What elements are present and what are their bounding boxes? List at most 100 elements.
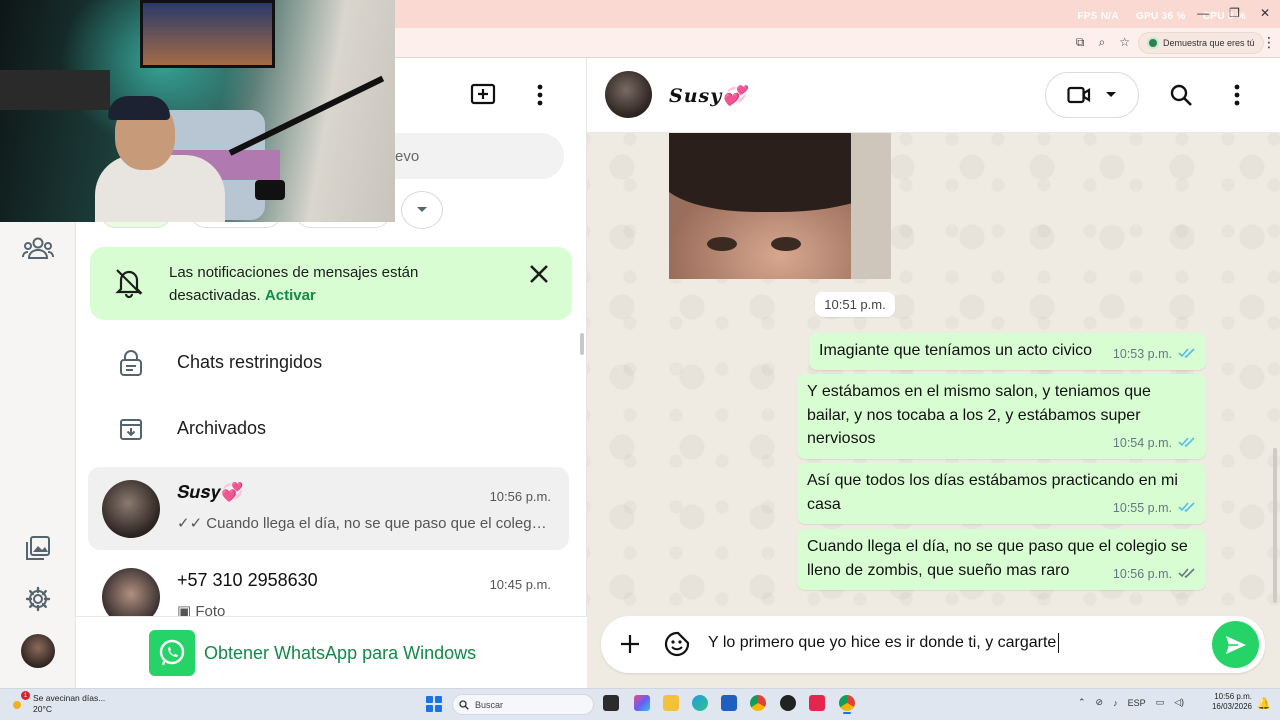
captcha-chip-label: Demuestra que eres tú [1163,38,1255,48]
avatar [102,480,160,538]
gpu-label: GPU [1135,11,1159,22]
attach-plus-icon[interactable] [618,632,642,656]
chevron-down-icon [1106,92,1116,97]
chat-row-susy[interactable]: 𝑺𝒖𝒔𝒚💞 10:56 p.m. ✓✓ Cuando llega el día,… [88,467,569,550]
text-caret [1058,633,1060,653]
communities-icon[interactable] [18,228,58,268]
archived-label[interactable]: Archivados [177,418,266,439]
video-camera-icon [1067,86,1091,104]
chat-row-phone[interactable]: +57 310 2958630 10:45 p.m. ▣ Foto [88,555,569,616]
video-call-button[interactable] [1045,72,1139,118]
chrome-icon[interactable] [750,695,766,711]
message-input[interactable]: Y lo primero que yo hice es ir donde ti,… [708,633,1060,653]
webcam-overlay [0,0,395,222]
avatar [102,568,160,616]
network-off-icon[interactable]: ⊘ [1096,697,1104,708]
start-windows-icon[interactable] [426,696,442,712]
restricted-chats-label[interactable]: Chats restringidos [177,352,322,373]
delivered-ticks-icon [1178,563,1196,587]
store-icon[interactable] [721,695,737,711]
contact-name[interactable]: 𝑺𝒖𝒔𝒚💞 [669,84,747,107]
fps-value: N/A [1100,11,1119,22]
close-icon[interactable] [528,263,552,287]
chat-preview: ▣ Foto [177,603,226,616]
message-bubble[interactable]: Y estábamos en el mismo salon, y teniamo… [797,374,1206,459]
lock-chat-icon [120,350,142,376]
chat-list-menu-icon[interactable] [528,83,552,107]
file-explorer-icon[interactable] [663,695,679,711]
chrome-profile-icon[interactable] [780,695,796,711]
image-message[interactable] [669,132,891,279]
restricted-chats-item[interactable] [118,349,144,379]
edge-browser-icon[interactable] [692,695,708,711]
captcha-icon [1147,37,1159,49]
message-time: 10:56 p.m. [1112,566,1172,581]
copilot-icon[interactable] [634,695,650,711]
search-icon[interactable] [1169,83,1193,107]
chat-time: 10:56 p.m. [489,489,551,504]
message-bubble[interactable]: Cuando llega el día, no se que paso que … [797,529,1206,590]
whatsapp-logo-icon[interactable] [149,630,195,676]
message-time: 10:55 p.m. [1112,500,1172,515]
microphone-icon[interactable]: ♪ [1113,698,1118,708]
weather-badge: 1 [21,691,30,700]
chat-time: 10:45 p.m. [489,577,551,592]
weather-widget[interactable]: 1 Se avecinan días... 20°C [8,691,118,717]
message-time: 10:54 p.m. [1112,435,1172,450]
chevron-down-icon [417,207,427,212]
weather-temp: 20°C [33,704,52,714]
chevron-up-icon[interactable]: ⌃ [1078,697,1086,708]
chat-list-scrollbar[interactable] [580,333,584,355]
clock-date: 16/03/2026 [1211,702,1252,711]
settings-gear-icon[interactable] [18,579,58,619]
clock-time: 10:56 p.m. [1214,692,1252,701]
bell-off-icon [112,265,146,299]
weather-title: Se avecinan días... [33,693,106,703]
media-gallery-icon[interactable] [18,528,58,568]
system-tray: ⌃ ⊘ ♪ ESP ▭ ◁) [1078,697,1184,708]
send-icon [1225,635,1246,654]
read-ticks-icon [1178,432,1196,456]
conversation-scrollbar[interactable] [1273,448,1277,603]
sticker-icon[interactable] [664,631,690,657]
maximize-icon[interactable]: ❐ [1229,6,1240,20]
active-app-indicator [843,712,851,714]
activate-notifications-link[interactable]: Activar [265,287,316,304]
search-placeholder: evo [395,148,420,165]
captcha-extension-chip[interactable]: Demuestra que eres tú [1138,32,1264,54]
install-app-icon[interactable]: ⧉ [1076,35,1085,49]
message-bubble[interactable]: Imagiante que teníamos un acto civico 10… [809,333,1206,370]
new-chat-icon[interactable] [470,83,498,107]
contact-avatar[interactable] [605,71,652,118]
window-controls: — ❐ ✕ [1177,6,1270,20]
taskbar-search-label: Buscar [475,699,504,710]
archived-item[interactable] [118,414,144,444]
chrome-active-icon[interactable] [839,695,855,711]
search-icon [459,699,469,710]
display-icon[interactable]: ▭ [1156,697,1165,708]
filter-more-button[interactable] [401,191,443,229]
task-view-icon[interactable] [603,695,619,711]
notification-banner-text: Las notificaciones de mensajes están des… [169,261,499,307]
profile-avatar[interactable] [21,634,55,668]
fps-label: FPS [1077,11,1098,22]
chat-name: 𝑺𝒖𝒔𝒚💞 [177,482,244,502]
language-indicator[interactable]: ESP [1128,698,1146,708]
taskbar-search[interactable]: Buscar [452,694,594,715]
tiktok-icon[interactable] [809,695,825,711]
send-button[interactable] [1212,621,1259,668]
volume-icon[interactable]: ◁) [1174,697,1184,708]
read-ticks-icon [1178,497,1196,521]
time-chip: 10:51 p.m. [815,292,895,317]
zoom-icon[interactable]: ⌕ [1099,35,1106,49]
bookmark-star-icon[interactable]: ☆ [1119,35,1130,49]
message-text: Imagiante que teníamos un acto civico [819,342,1093,359]
message-bubble[interactable]: Así que todos los días estábamos practic… [797,463,1206,524]
notification-bell-icon[interactable]: 🔔 [1257,697,1271,710]
get-app-link[interactable]: Obtener WhatsApp para Windows [204,643,476,664]
conversation-menu-icon[interactable] [1225,83,1249,107]
minimize-icon[interactable]: — [1197,6,1209,20]
browser-menu-icon[interactable]: ⋮ [1262,34,1276,51]
close-window-icon[interactable]: ✕ [1260,6,1270,20]
taskbar-clock[interactable]: 10:56 p.m. 16/03/2026 [1204,692,1252,712]
